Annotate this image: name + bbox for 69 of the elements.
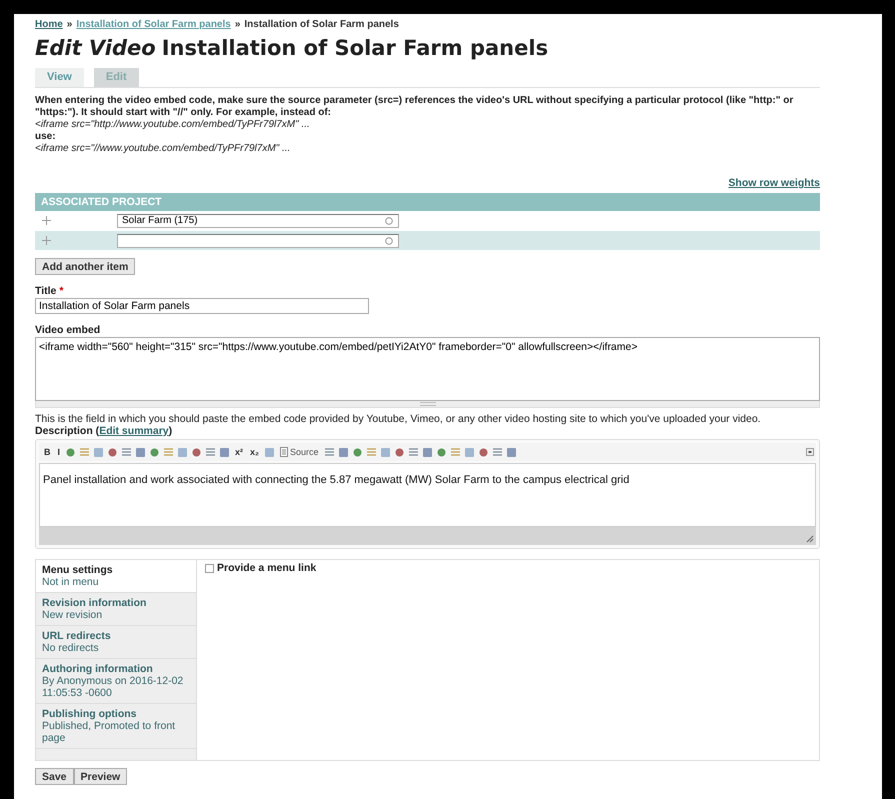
toolbar-icon[interactable] bbox=[191, 446, 202, 458]
breadcrumb-separator: » bbox=[66, 18, 72, 30]
toolbar-icon[interactable] bbox=[366, 446, 377, 458]
checkbox-label: Provide a menu link bbox=[217, 562, 316, 574]
throbber-icon bbox=[385, 236, 393, 244]
closing-parenthesis: ) bbox=[168, 425, 172, 437]
toolbar-icon[interactable] bbox=[492, 446, 503, 458]
toolbar-icon[interactable] bbox=[79, 446, 90, 458]
toolbar-icon[interactable] bbox=[65, 446, 76, 458]
field-label: Title bbox=[35, 285, 56, 297]
resize-grip-icon bbox=[806, 535, 814, 543]
toolbar-icon[interactable] bbox=[394, 446, 405, 458]
breadcrumb-link[interactable]: Home bbox=[35, 18, 63, 30]
vertical-tab[interactable]: Menu settings Not in menu bbox=[36, 560, 196, 593]
autocomplete-field[interactable]: Solar Farm (175) bbox=[117, 214, 399, 228]
toolbar-button[interactable]: I bbox=[56, 445, 62, 459]
toolbar-icon[interactable] bbox=[163, 446, 174, 458]
toolbar-button[interactable]: x₂ bbox=[248, 445, 262, 459]
page-title: Installation of Solar Farm panels bbox=[162, 36, 548, 60]
autocomplete-field[interactable] bbox=[117, 234, 399, 248]
title-prefix: Edit Video bbox=[35, 36, 156, 60]
drag-handle-icon[interactable] bbox=[42, 236, 51, 245]
checkbox[interactable] bbox=[205, 564, 214, 573]
add-item-button[interactable]: Add another item bbox=[35, 258, 136, 275]
resize-handle[interactable] bbox=[35, 401, 820, 408]
source-button[interactable]: Source bbox=[278, 445, 321, 459]
embed-code-field[interactable]: <iframe width="560" height="315" src="https://www.youtube.com/embed/petIYi2AtY0" frameborder="0" allowfullscreen></iframe> bbox=[35, 337, 820, 401]
toolbar-icon[interactable] bbox=[205, 446, 216, 458]
code-example: <iframe src="http://www.youtube.com/embed/TyPFr79l7xM" ... bbox=[35, 119, 311, 131]
toolbar-icon[interactable] bbox=[450, 446, 461, 458]
toolbar-icon[interactable] bbox=[380, 446, 391, 458]
drag-handle-icon[interactable] bbox=[42, 216, 51, 225]
toolbar-icon[interactable] bbox=[107, 446, 118, 458]
toolbar-icon[interactable] bbox=[149, 446, 160, 458]
toolbar-icon[interactable] bbox=[464, 446, 475, 458]
field-description: This is the field in which you should paste the embed code provided by Youtube, Vimeo, or any other video hosting site to which you've uploaded your video. bbox=[35, 413, 762, 425]
throbber-icon bbox=[385, 216, 393, 224]
title-field[interactable]: Installation of Solar Farm panels bbox=[35, 298, 369, 314]
toolbar-button[interactable]: B bbox=[42, 445, 52, 459]
help-text: use: bbox=[35, 131, 57, 143]
show-row-weights-link[interactable]: Show row weights bbox=[728, 177, 820, 189]
toolbar-icon[interactable] bbox=[338, 446, 349, 458]
toolbar-icon[interactable] bbox=[352, 446, 363, 458]
toolbar-icon[interactable] bbox=[121, 446, 132, 458]
breadcrumb-separator: » bbox=[234, 18, 240, 30]
toolbar-icon[interactable] bbox=[135, 446, 146, 458]
toolbar-icon[interactable] bbox=[478, 446, 489, 458]
table-header: ASSOCIATED PROJECT bbox=[35, 193, 820, 211]
field-label: Description ( bbox=[35, 425, 100, 437]
code-example: <iframe src="//www.youtube.com/embed/TyPFr79l7xM" ... bbox=[35, 143, 292, 155]
field-label: Video embed bbox=[35, 324, 100, 336]
toolbar-icon[interactable] bbox=[436, 446, 447, 458]
required-mark: * bbox=[59, 285, 64, 297]
editor-body[interactable]: Panel installation and work associated with connecting the 5.87 megawatt (MW) Solar Farm to the campus electrical grid bbox=[39, 463, 816, 527]
toolbar-icon[interactable] bbox=[506, 446, 517, 458]
form-button[interactable]: Save bbox=[35, 768, 74, 785]
edit-summary-link[interactable]: Edit summary bbox=[99, 425, 169, 437]
breadcrumb-current: Installation of Solar Farm panels bbox=[244, 18, 399, 30]
help-text: When entering the video embed code, make sure the source parameter (src=) references the video's URL without specifying a particular protocol (like "http:" or "https:"). It should start with "//" only. For example, instead of: bbox=[35, 95, 794, 119]
toolbar-icon[interactable] bbox=[219, 446, 230, 458]
toolbar-icon[interactable] bbox=[264, 446, 276, 458]
toolbar-icon[interactable] bbox=[324, 446, 335, 458]
toolbar-button[interactable]: x² bbox=[233, 445, 246, 459]
toolbar-icon[interactable] bbox=[93, 446, 104, 458]
form-button[interactable]: Preview bbox=[74, 768, 128, 785]
toolbar-icon[interactable] bbox=[177, 446, 188, 458]
toolbar-icon[interactable] bbox=[408, 446, 419, 458]
document-icon bbox=[280, 447, 288, 457]
toolbar-icon[interactable] bbox=[422, 446, 433, 458]
